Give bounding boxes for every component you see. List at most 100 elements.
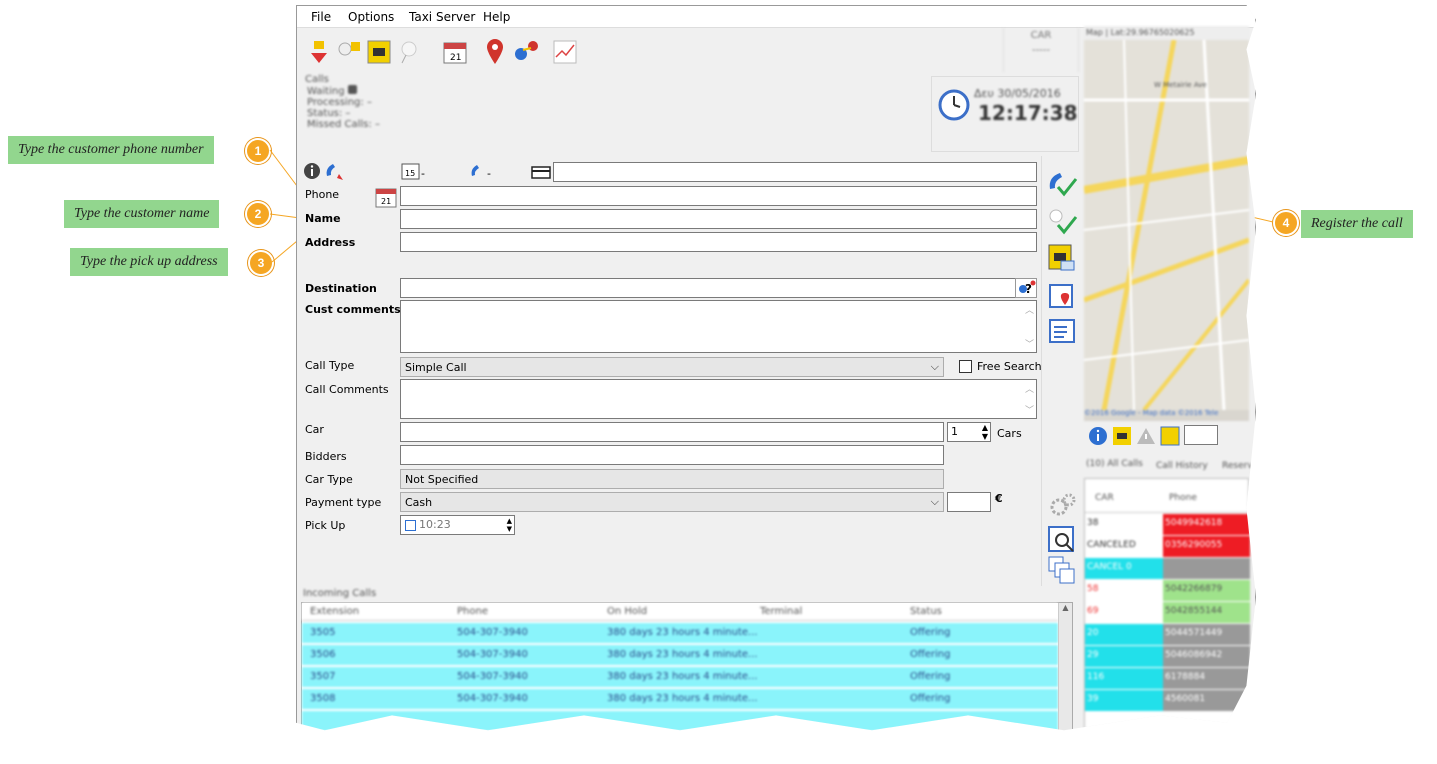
incoming-scrollbar[interactable]: ▲ xyxy=(1058,603,1072,731)
scroll-up-icon[interactable]: ︿ xyxy=(1025,303,1034,316)
car-type-select[interactable]: Not Specified xyxy=(400,469,944,489)
scroll-down-icon[interactable]: ﹀ xyxy=(1025,337,1034,350)
taxi-mail-button[interactable] xyxy=(1046,242,1078,274)
car-input[interactable] xyxy=(400,422,944,442)
car-cell: 58 xyxy=(1087,584,1099,594)
table-row[interactable]: 3506 504-307-3940 380 days 23 hours 4 minu… xyxy=(302,645,1058,666)
table-row[interactable]: 3505 504-307-3940 380 days 23 hours 4 minu… xyxy=(302,623,1058,644)
car-cell: CANCEL 0 xyxy=(1085,558,1163,579)
tab-call-history[interactable]: Call History xyxy=(1156,461,1208,471)
map-footer: ©2016 Google - Map data ©2016 Tele xyxy=(1084,409,1219,417)
col-extension[interactable]: Extension xyxy=(310,606,359,617)
col-on-hold[interactable]: On Hold xyxy=(607,606,647,617)
phone-cell: 5044571449 xyxy=(1163,624,1250,645)
car-count-stepper[interactable]: 1 ▲ ▼ xyxy=(947,422,991,442)
payment-amount-input[interactable] xyxy=(947,492,991,512)
info-icon[interactable] xyxy=(303,162,321,183)
register-call-button[interactable] xyxy=(1046,168,1078,200)
pick-up-time-picker[interactable]: 10:23 ▲ ▼ xyxy=(400,515,515,535)
cust-comments-input[interactable]: ︿ ﹀ xyxy=(400,300,1037,353)
calendar-icon[interactable]: 21 xyxy=(441,38,469,66)
table-row[interactable]: 3507 504-307-3940 380 days 23 hours 4 minu… xyxy=(302,667,1058,688)
phone-cell: 5042855144 xyxy=(1163,602,1250,623)
free-search-checkbox[interactable] xyxy=(959,360,972,373)
map-search-input[interactable] xyxy=(1184,425,1218,445)
car-box-label: CAR xyxy=(1030,30,1052,41)
payment-type-select[interactable]: Cash ⌵ xyxy=(400,492,944,512)
list-item[interactable]: 20 5044571449 xyxy=(1085,624,1250,646)
calls-status: Status: – xyxy=(307,108,351,119)
list-item[interactable]: 58 5042266879 xyxy=(1085,580,1250,602)
tab-reserv[interactable]: Reserv xyxy=(1222,461,1253,471)
col-phone[interactable]: Phone xyxy=(457,606,488,617)
copy-list-button[interactable] xyxy=(1046,554,1078,586)
phone-cell: 5042266879 xyxy=(1163,580,1250,601)
stepper-arrows-icon[interactable]: ▲ ▼ xyxy=(982,423,988,441)
map-panel[interactable]: Map | Lat:29.96765020625 W Metairie Ave … xyxy=(1084,26,1249,421)
car-label: Car xyxy=(305,423,324,436)
chart-icon[interactable] xyxy=(551,38,579,66)
menu-taxi-server[interactable]: Taxi Server xyxy=(409,10,475,24)
scroll-up-icon[interactable]: ▲ xyxy=(1059,603,1072,612)
card-input[interactable] xyxy=(553,162,1037,182)
stepper-arrows-icon[interactable]: ▲ ▼ xyxy=(507,517,512,533)
name-input[interactable] xyxy=(400,209,1037,229)
car-cell: 116 xyxy=(1085,668,1163,689)
address-input[interactable] xyxy=(400,232,1037,252)
destination-help-icon[interactable]: ? xyxy=(1015,278,1037,298)
pick-up-checkbox[interactable] xyxy=(405,519,416,531)
map-pin-white-icon[interactable] xyxy=(395,38,423,66)
taxi-doc-icon[interactable] xyxy=(1160,426,1180,449)
phone-small-icon[interactable] xyxy=(469,163,485,182)
tab-all-calls[interactable]: (10) All Calls xyxy=(1086,459,1143,469)
list-item[interactable]: 69 5042855144 xyxy=(1085,602,1250,624)
table-row[interactable]: 3508 504-307-3940 380 days 23 hours 4 minu… xyxy=(302,689,1058,710)
payment-type-label: Payment type xyxy=(305,496,382,509)
phone-call-icon[interactable] xyxy=(323,160,345,185)
svg-text:21: 21 xyxy=(450,53,461,63)
list-item[interactable]: CANCEL 0 xyxy=(1085,558,1250,580)
col-terminal[interactable]: Terminal xyxy=(760,606,802,617)
map-street-label: W Metairie Ave xyxy=(1154,81,1207,89)
phone-input[interactable] xyxy=(400,186,1037,206)
pins-route-icon[interactable] xyxy=(513,38,541,66)
col-car[interactable]: CAR xyxy=(1095,493,1114,503)
taxi-small-icon[interactable] xyxy=(1112,426,1132,449)
list-refresh-button[interactable] xyxy=(1046,316,1078,348)
incoming-calls-title: Incoming Calls xyxy=(303,588,377,599)
search-document-button[interactable] xyxy=(1046,524,1078,556)
bidders-input[interactable] xyxy=(400,445,944,465)
taxi-icon[interactable] xyxy=(365,38,393,66)
list-item[interactable]: 39 4560081 xyxy=(1085,690,1250,712)
car-cell: 20 xyxy=(1085,624,1163,645)
confirm-pin-button[interactable] xyxy=(1046,206,1078,238)
date-icon[interactable]: 15 xyxy=(401,162,421,183)
col-status[interactable]: Status xyxy=(910,606,942,617)
calendar-small-icon[interactable]: 21 xyxy=(375,186,397,211)
col-right-phone[interactable]: Phone xyxy=(1169,493,1197,503)
scroll-up-icon[interactable]: ︿ xyxy=(1025,382,1034,395)
menu-file[interactable]: File xyxy=(311,10,331,24)
list-item[interactable]: 116 6178884 xyxy=(1085,668,1250,690)
list-item[interactable]: CANCELED 0356290055 xyxy=(1085,536,1250,558)
taxi-pin-icon[interactable] xyxy=(335,38,363,66)
menu-options[interactable]: Options xyxy=(348,10,394,24)
destination-input[interactable] xyxy=(400,278,1037,298)
menu-help[interactable]: Help xyxy=(483,10,510,24)
call-comments-input[interactable]: ︿ ﹀ xyxy=(400,379,1037,419)
car-cell: 69 xyxy=(1087,606,1099,616)
call-type-select[interactable]: Simple Call ⌵ xyxy=(400,357,944,377)
destination-label: Destination xyxy=(305,282,377,295)
scroll-down-icon[interactable]: ﹀ xyxy=(1025,403,1034,416)
red-pin-icon[interactable] xyxy=(481,38,509,66)
right-grid-header: CAR Phone xyxy=(1085,479,1250,513)
warning-icon[interactable] xyxy=(1136,426,1156,449)
settings-gears-icon[interactable] xyxy=(1048,490,1078,520)
taxi-alert-icon[interactable] xyxy=(305,38,333,66)
list-item[interactable]: 38 5049942618 xyxy=(1085,514,1250,536)
clock-panel: Δευ 30/05/2016 12:17:38 xyxy=(931,76,1079,152)
list-item[interactable]: 29 5046086942 xyxy=(1085,646,1250,668)
map-document-button[interactable] xyxy=(1046,280,1078,312)
card-icon[interactable] xyxy=(531,165,551,182)
info-blue-icon[interactable] xyxy=(1088,426,1108,449)
